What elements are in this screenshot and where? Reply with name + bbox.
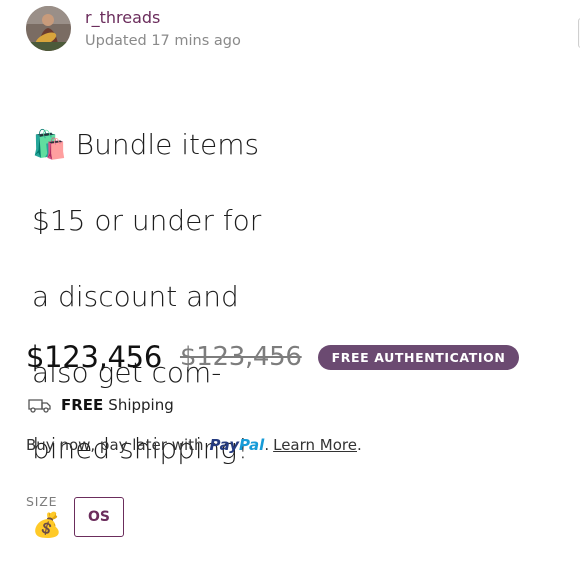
current-price: $123,456 (26, 340, 162, 374)
original-price: $123,456 (179, 342, 302, 372)
seller-meta: r_threads Updated 17 mins ago (85, 8, 241, 52)
updated-timestamp: Updated 17 mins ago (85, 33, 241, 49)
paypal-suffix: . (357, 436, 362, 454)
free-authentication-badge[interactable]: FREE AUTHENTICATION (317, 344, 520, 370)
free-shipping-label: FREE (61, 396, 104, 414)
paypal-period: . (264, 436, 270, 454)
truck-icon (28, 399, 51, 413)
title-line: 🛍️ Bundle items (32, 128, 260, 161)
shipping-row: FREE Shipping (28, 396, 174, 414)
paypal-logo-pal: Pal (239, 436, 265, 454)
size-label: SIZE (26, 494, 58, 509)
paypal-logo: PayPal (210, 436, 265, 454)
avatar[interactable] (26, 6, 71, 51)
seller-header: r_threads Updated 17 mins ago (26, 6, 241, 52)
size-option-button[interactable]: OS (74, 497, 124, 537)
paypal-prefix: Buy now, pay later with (26, 436, 204, 454)
title-line: a discount and (32, 280, 239, 313)
paypal-row: Buy now, pay later with PayPal. Learn Mo… (26, 436, 362, 454)
shipping-label: Shipping (108, 396, 174, 414)
price-row: $123,456 $123,456 FREE AUTHENTICATION (26, 340, 520, 374)
money-bag-icon: 💰 (32, 511, 62, 539)
listing-title: 🛍️ Bundle items $15 or under for a disco… (32, 88, 282, 580)
paypal-logo-pay: Pay (209, 436, 240, 454)
seller-username[interactable]: r_threads (85, 8, 241, 28)
learn-more-link[interactable]: Learn More (273, 436, 357, 454)
title-line: $15 or under for (32, 204, 262, 237)
